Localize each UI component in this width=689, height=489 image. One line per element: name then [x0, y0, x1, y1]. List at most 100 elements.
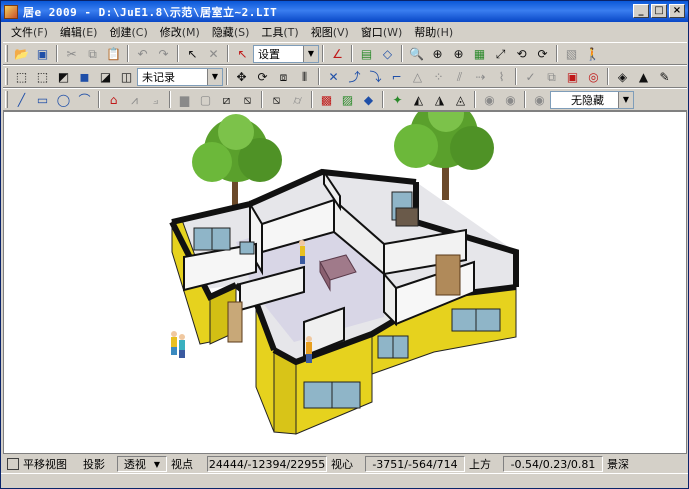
- material-icon[interactable]: ▲: [634, 67, 653, 86]
- record-combo[interactable]: 未记录 ▼: [137, 67, 223, 86]
- mirror-icon[interactable]: ⫴: [295, 67, 314, 86]
- move-icon[interactable]: ✥: [232, 67, 251, 86]
- house-icon[interactable]: ⌂: [104, 90, 123, 109]
- up-value: -0.54/0.23/0.81: [503, 456, 603, 472]
- stretch-icon[interactable]: ⇢: [471, 67, 490, 86]
- sun-icon[interactable]: ◬: [451, 90, 470, 109]
- stairs-icon[interactable]: ⟓: [146, 90, 165, 109]
- fillet-icon[interactable]: ⌐: [387, 67, 406, 86]
- menu-create[interactable]: 创建(C): [103, 24, 153, 40]
- slab-icon[interactable]: ⧄: [217, 90, 236, 109]
- menu-file[interactable]: 文件(F): [5, 24, 54, 40]
- show-all-icon[interactable]: ◉: [501, 90, 520, 109]
- zoom-window-icon[interactable]: ⊕: [428, 44, 447, 63]
- fill-icon[interactable]: ◈: [613, 67, 632, 86]
- copy-object-icon[interactable]: ⧉: [542, 67, 561, 86]
- projection-dropdown[interactable]: 透视 ▼: [117, 456, 167, 472]
- cube-solid-icon[interactable]: ◼: [75, 67, 94, 86]
- toolbar-grip[interactable]: [5, 91, 8, 108]
- save-icon[interactable]: ▣: [33, 44, 52, 63]
- cube-all-icon[interactable]: ◫: [117, 67, 136, 86]
- wall-icon[interactable]: ▆: [175, 90, 194, 109]
- delete-icon[interactable]: ✕: [204, 44, 223, 63]
- depth-label: 景深: [607, 458, 629, 471]
- undo-icon[interactable]: ↶: [133, 44, 152, 63]
- shadow-icon[interactable]: ◮: [430, 90, 449, 109]
- brush-icon[interactable]: ✎: [655, 67, 674, 86]
- 3d-viewport[interactable]: [3, 111, 687, 454]
- chevron-down-icon[interactable]: ▼: [618, 91, 633, 108]
- triangle-icon[interactable]: △: [408, 67, 427, 86]
- toolbar-grip[interactable]: [5, 45, 8, 62]
- menu-help[interactable]: 帮助(H): [408, 24, 459, 40]
- cylinder-icon[interactable]: ⌭: [288, 90, 307, 109]
- show-icon[interactable]: ◉: [480, 90, 499, 109]
- cut-icon[interactable]: ✂: [62, 44, 81, 63]
- free-orbit-icon[interactable]: ⟳: [533, 44, 552, 63]
- layer-icon[interactable]: ▤: [357, 44, 376, 63]
- orbit-icon[interactable]: ⤢: [491, 44, 510, 63]
- picture-icon[interactable]: ▨: [338, 90, 357, 109]
- open-icon[interactable]: 📂: [12, 44, 31, 63]
- ungroup-icon[interactable]: ◎: [584, 67, 603, 86]
- menu-tools[interactable]: 工具(T): [255, 24, 304, 40]
- select-arrow-icon[interactable]: ↖: [183, 44, 202, 63]
- array-icon[interactable]: ⁘: [429, 67, 448, 86]
- settings-combo[interactable]: 设置 ▼: [253, 44, 319, 63]
- rotate-icon[interactable]: ⟳: [253, 67, 272, 86]
- offset-icon[interactable]: ⫽: [450, 67, 469, 86]
- bed: [395, 207, 419, 227]
- minimize-button[interactable]: _: [633, 4, 649, 18]
- menu-edit[interactable]: 编辑(E): [54, 24, 104, 40]
- group-icon[interactable]: ▣: [563, 67, 582, 86]
- menu-view[interactable]: 视图(V): [305, 24, 355, 40]
- circle-icon[interactable]: ◯: [54, 90, 73, 109]
- extend-icon[interactable]: ⤴: [345, 67, 364, 86]
- toolbar-grip[interactable]: [5, 68, 8, 85]
- cube-texture-icon[interactable]: ◪: [96, 67, 115, 86]
- cube-wire-icon[interactable]: ⬚: [12, 67, 31, 86]
- menu-window[interactable]: 窗口(W): [355, 24, 408, 40]
- copy-icon[interactable]: ⧉: [83, 44, 102, 63]
- cube-hidden-icon[interactable]: ⬚: [33, 67, 52, 86]
- rotate-view-icon[interactable]: ⟲: [512, 44, 531, 63]
- intersect-icon[interactable]: ✕: [324, 67, 343, 86]
- chevron-down-icon[interactable]: ▼: [303, 45, 318, 62]
- box-icon[interactable]: ▢: [196, 90, 215, 109]
- hide-combo[interactable]: 无隐藏 ▼: [550, 90, 634, 109]
- title-bar[interactable]: 居e 2009 - D:\JuE1.8\示范\居室立~2.LIT _ □ ×: [1, 1, 688, 22]
- menu-modify[interactable]: 修改(M): [154, 24, 206, 40]
- break-icon[interactable]: ⌇: [492, 67, 511, 86]
- zoom-icon[interactable]: 🔍: [407, 44, 426, 63]
- door-icon[interactable]: ⧅: [238, 90, 257, 109]
- cube-shaded-icon[interactable]: ◩: [54, 67, 73, 86]
- angle-icon[interactable]: ∠: [328, 44, 347, 63]
- line-icon[interactable]: ╱: [12, 90, 31, 109]
- paste-icon[interactable]: 📋: [104, 44, 123, 63]
- trim-icon[interactable]: ⤵: [366, 67, 385, 86]
- app-icon: [4, 4, 18, 19]
- zoom-in-icon[interactable]: ⊕: [449, 44, 468, 63]
- light-icon[interactable]: ✦: [388, 90, 407, 109]
- rectangle-icon[interactable]: ▭: [33, 90, 52, 109]
- camera-icon[interactable]: ◭: [409, 90, 428, 109]
- menu-hide[interactable]: 隐藏(S): [206, 24, 256, 40]
- arc-icon[interactable]: ⌒: [75, 90, 94, 109]
- redo-icon[interactable]: ↷: [154, 44, 173, 63]
- image-icon[interactable]: ▩: [317, 90, 336, 109]
- plan-view-icon[interactable]: ◇: [378, 44, 397, 63]
- object-3d-icon[interactable]: ◆: [359, 90, 378, 109]
- chevron-down-icon[interactable]: ▼: [207, 68, 222, 85]
- roof-icon[interactable]: ⩘: [125, 90, 144, 109]
- eye-icon[interactable]: ◉: [530, 90, 549, 109]
- zoom-extents-icon[interactable]: ▦: [470, 44, 489, 63]
- section-icon[interactable]: ⧅: [267, 90, 286, 109]
- pick-icon[interactable]: ↖: [233, 44, 252, 63]
- render-icon[interactable]: ▧: [562, 44, 581, 63]
- restore-button[interactable]: □: [651, 4, 667, 18]
- close-button[interactable]: ×: [669, 4, 685, 18]
- up-label: 上方: [469, 458, 491, 471]
- walk-icon[interactable]: 🚶: [583, 44, 602, 63]
- scale-icon[interactable]: ⧈: [274, 67, 293, 86]
- check-icon[interactable]: ✓: [521, 67, 540, 86]
